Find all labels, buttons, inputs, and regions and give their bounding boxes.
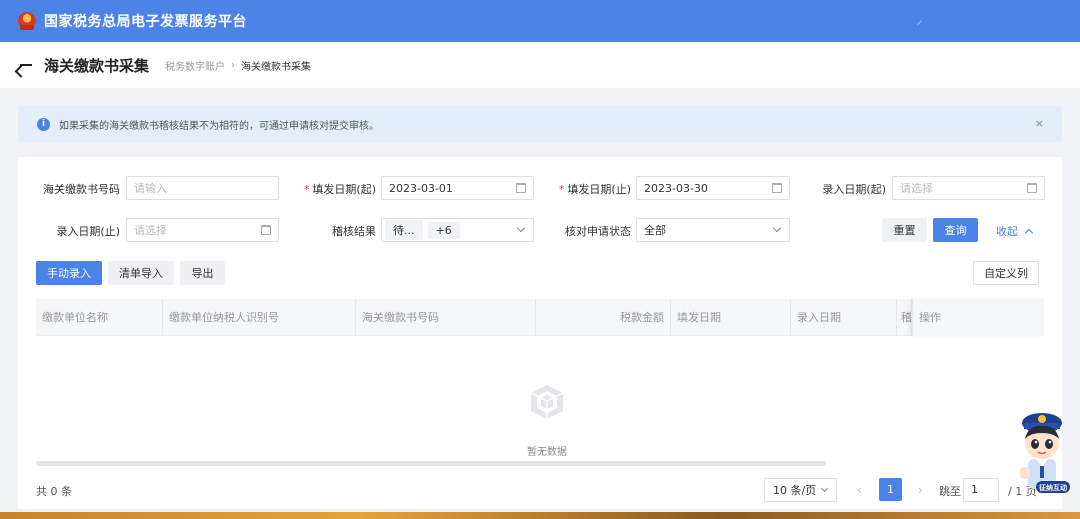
collapse-toggle[interactable]: 收起 [996, 223, 1034, 239]
page-size-value: 10 条/页 [773, 484, 817, 497]
customs-no-label: 海关缴款书号码 [43, 183, 120, 196]
chevron-up-icon [1024, 228, 1034, 237]
required-mark: * [303, 183, 310, 196]
audit-result-select[interactable]: 待... +6 [381, 218, 534, 242]
entry-date-from-label: 录入日期(起) [822, 183, 886, 196]
reset-button[interactable]: 重置 [882, 218, 927, 242]
empty-box-icon [530, 385, 564, 419]
audit-result-tag: 待... [385, 220, 423, 240]
check-status-select[interactable]: 全部 [636, 218, 790, 242]
alert-close-icon[interactable]: × [1035, 117, 1044, 130]
mascot-badge-label: 征纳互动 [1039, 484, 1067, 492]
issue-date-from-label: * 填发日期(起) [303, 183, 376, 196]
chevron-down-icon [516, 223, 526, 233]
column-header-issue-date: 填发日期 [671, 299, 791, 336]
export-button[interactable]: 导出 [180, 261, 225, 285]
audit-result-label: 稽核结果 [332, 225, 376, 238]
breadcrumb-separator: › [231, 59, 236, 71]
customs-no-placeholder: 请输入 [134, 182, 167, 195]
page-header: 海关缴款书采集 税务数字账户 › 海关缴款书采集 [0, 42, 1080, 88]
entry-date-from-placeholder: 请选择 [900, 182, 933, 195]
column-header-tax-amount: 税款金额 [536, 299, 671, 336]
breadcrumb: 税务数字账户 › 海关缴款书采集 [165, 58, 311, 73]
total-count: 共 0 条 [36, 485, 72, 498]
page-title: 海关缴款书采集 [44, 56, 150, 75]
column-header-payer-name: 缴款单位名称 [36, 299, 163, 336]
column-header-actions: 操作 [912, 299, 1044, 336]
calendar-icon [772, 183, 782, 193]
bottom-decor-strip [0, 512, 1080, 519]
entry-date-to-label: 录入日期(止) [56, 225, 120, 238]
query-button[interactable]: 查询 [933, 218, 978, 242]
check-status-value: 全部 [644, 224, 666, 237]
top-bar-glyph: ⸝ [916, 14, 923, 27]
issue-date-to-picker[interactable]: 2023-03-30 [636, 176, 790, 200]
prev-page-icon[interactable]: ‹ [857, 483, 862, 497]
main-panel: 海关缴款书号码 请输入 * 填发日期(起) 2023-03-01 * 填发日期(止)… [18, 157, 1062, 509]
table-header: 缴款单位名称 缴款单位纳税人识别号 海关缴款书号码 税款金额 填发日期 录入日期… [36, 299, 1044, 336]
jump-to-label: 跳至 [939, 485, 961, 498]
next-page-icon[interactable]: › [918, 483, 923, 497]
chevron-down-icon [820, 484, 829, 493]
top-bar: 国家税务总局电子发票服务平台 ⸝ [0, 0, 1080, 42]
column-header-entry-date: 录入日期 [791, 299, 897, 336]
breadcrumb-item-current: 海关缴款书采集 [241, 61, 312, 73]
calendar-icon [261, 225, 271, 235]
customs-no-input[interactable]: 请输入 [126, 176, 279, 200]
entry-date-to-placeholder: 请选择 [134, 224, 167, 237]
issue-date-to-value: 2023-03-30 [644, 181, 708, 195]
page-size-select[interactable]: 10 条/页 [764, 478, 837, 502]
issue-date-from-value: 2023-03-01 [389, 181, 453, 195]
collapse-label: 收起 [996, 225, 1018, 238]
tax-emblem-logo [16, 10, 38, 32]
chevron-down-icon [772, 223, 782, 233]
issue-date-from-picker[interactable]: 2023-03-01 [381, 176, 534, 200]
entry-date-from-picker[interactable]: 请选择 [892, 176, 1045, 200]
current-page-button[interactable]: 1 [879, 478, 902, 501]
calendar-icon [516, 183, 526, 193]
empty-state-text: 暂无数据 [527, 447, 567, 458]
breadcrumb-item-tax-account[interactable]: 税务数字账户 [165, 58, 225, 73]
custom-columns-button[interactable]: 自定义列 [973, 261, 1039, 285]
info-alert: i 如果采集的海关缴款书稽核结果不为相符的，可通过申请核对提交审核。 × [18, 106, 1062, 142]
alert-message: 如果采集的海关缴款书稽核结果不为相符的，可通过申请核对提交审核。 [59, 120, 379, 132]
manual-entry-button[interactable]: 手动录入 [36, 261, 102, 285]
check-status-label: 核对申请状态 [565, 225, 631, 238]
back-arrow-icon[interactable] [18, 57, 34, 73]
column-header-payer-taxid: 缴款单位纳税人识别号 [163, 299, 356, 336]
info-icon: i [37, 117, 50, 131]
jump-page-input[interactable]: 1 [963, 478, 999, 502]
platform-title: 国家税务总局电子发票服务平台 [44, 14, 247, 30]
list-import-button[interactable]: 清单导入 [108, 261, 174, 285]
entry-date-to-picker[interactable]: 请选择 [126, 218, 279, 242]
required-mark: * [558, 183, 565, 196]
column-header-customs-no: 海关缴款书号码 [356, 299, 536, 336]
calendar-icon [1027, 183, 1037, 193]
issue-date-to-label: * 填发日期(止) [558, 183, 631, 196]
audit-result-more-tag: +6 [427, 221, 460, 239]
horizontal-scrollbar[interactable] [36, 461, 826, 466]
column-header-audit: 稽 [897, 299, 912, 336]
